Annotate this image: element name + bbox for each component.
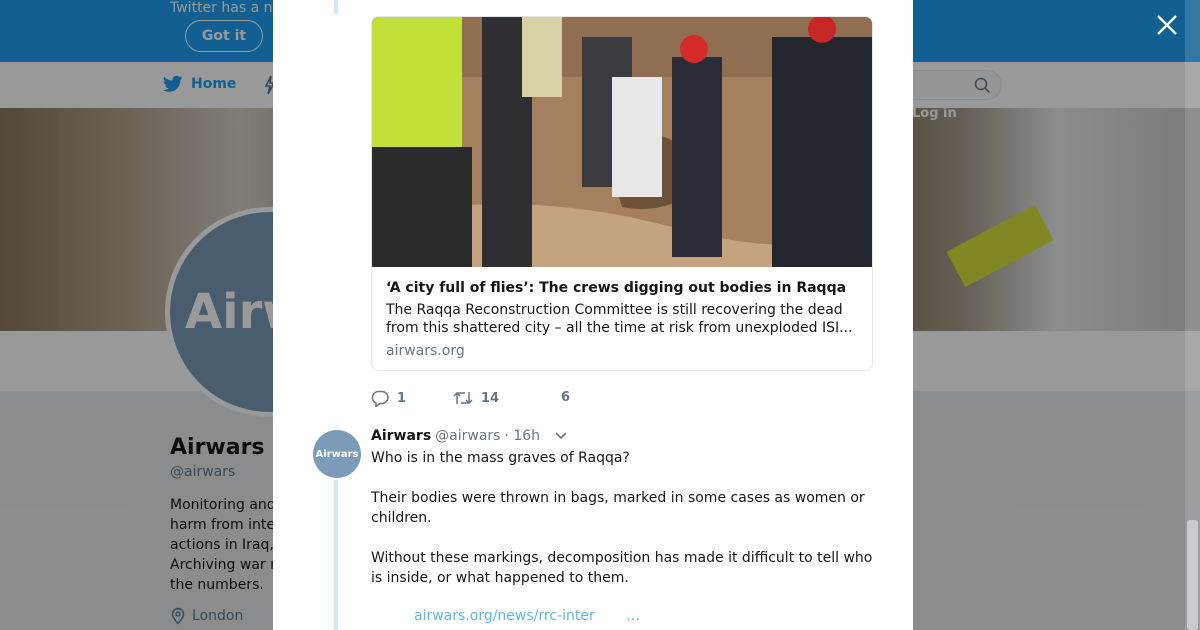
tweet-timestamp[interactable]: · 16h	[504, 428, 540, 444]
reply-count: 1	[397, 391, 407, 406]
close-icon	[1157, 15, 1177, 35]
link-card[interactable]: ‘A city full of flies’: The crews diggin…	[371, 16, 873, 371]
tweet-author-handle[interactable]: @airwars	[435, 428, 500, 444]
tweet-link-ellipsis: …	[626, 608, 640, 624]
tweet-avatar-text: Airwars	[315, 448, 359, 460]
tweet-modal: ‘A city full of flies’: The crews diggin…	[273, 0, 913, 630]
like-count: 6	[561, 390, 571, 405]
tweet-author-name[interactable]: Airwars	[371, 428, 431, 444]
tweet-avatar[interactable]: Airwars	[313, 430, 361, 478]
tweet-link[interactable]: airwars.org/news/rrc-inter	[414, 608, 595, 624]
card-description: The Raqqa Reconstruction Committee is st…	[386, 302, 853, 336]
retweet-button[interactable]: 14	[453, 390, 499, 406]
tweet-text: Who is in the mass graves of Raqqa? Thei…	[371, 450, 873, 586]
card-title: ‘A city full of flies’: The crews diggin…	[386, 280, 847, 296]
thread-line	[334, 0, 338, 14]
chevron-down-icon[interactable]	[554, 431, 568, 441]
reply-icon	[371, 390, 389, 407]
close-button[interactable]	[1155, 13, 1179, 37]
thread-line	[334, 480, 338, 630]
tweet-header: Airwars @airwars · 16h	[371, 428, 568, 444]
reply-button[interactable]: 1	[371, 390, 406, 407]
like-button[interactable]: 6	[561, 390, 570, 405]
card-photo	[372, 17, 872, 267]
card-image	[372, 17, 872, 267]
card-body: ‘A city full of flies’: The crews diggin…	[386, 279, 860, 359]
card-domain: airwars.org	[386, 343, 465, 359]
retweet-count: 14	[481, 390, 500, 406]
scrollbar-thumb[interactable]	[1187, 520, 1198, 630]
retweet-icon	[453, 391, 473, 405]
